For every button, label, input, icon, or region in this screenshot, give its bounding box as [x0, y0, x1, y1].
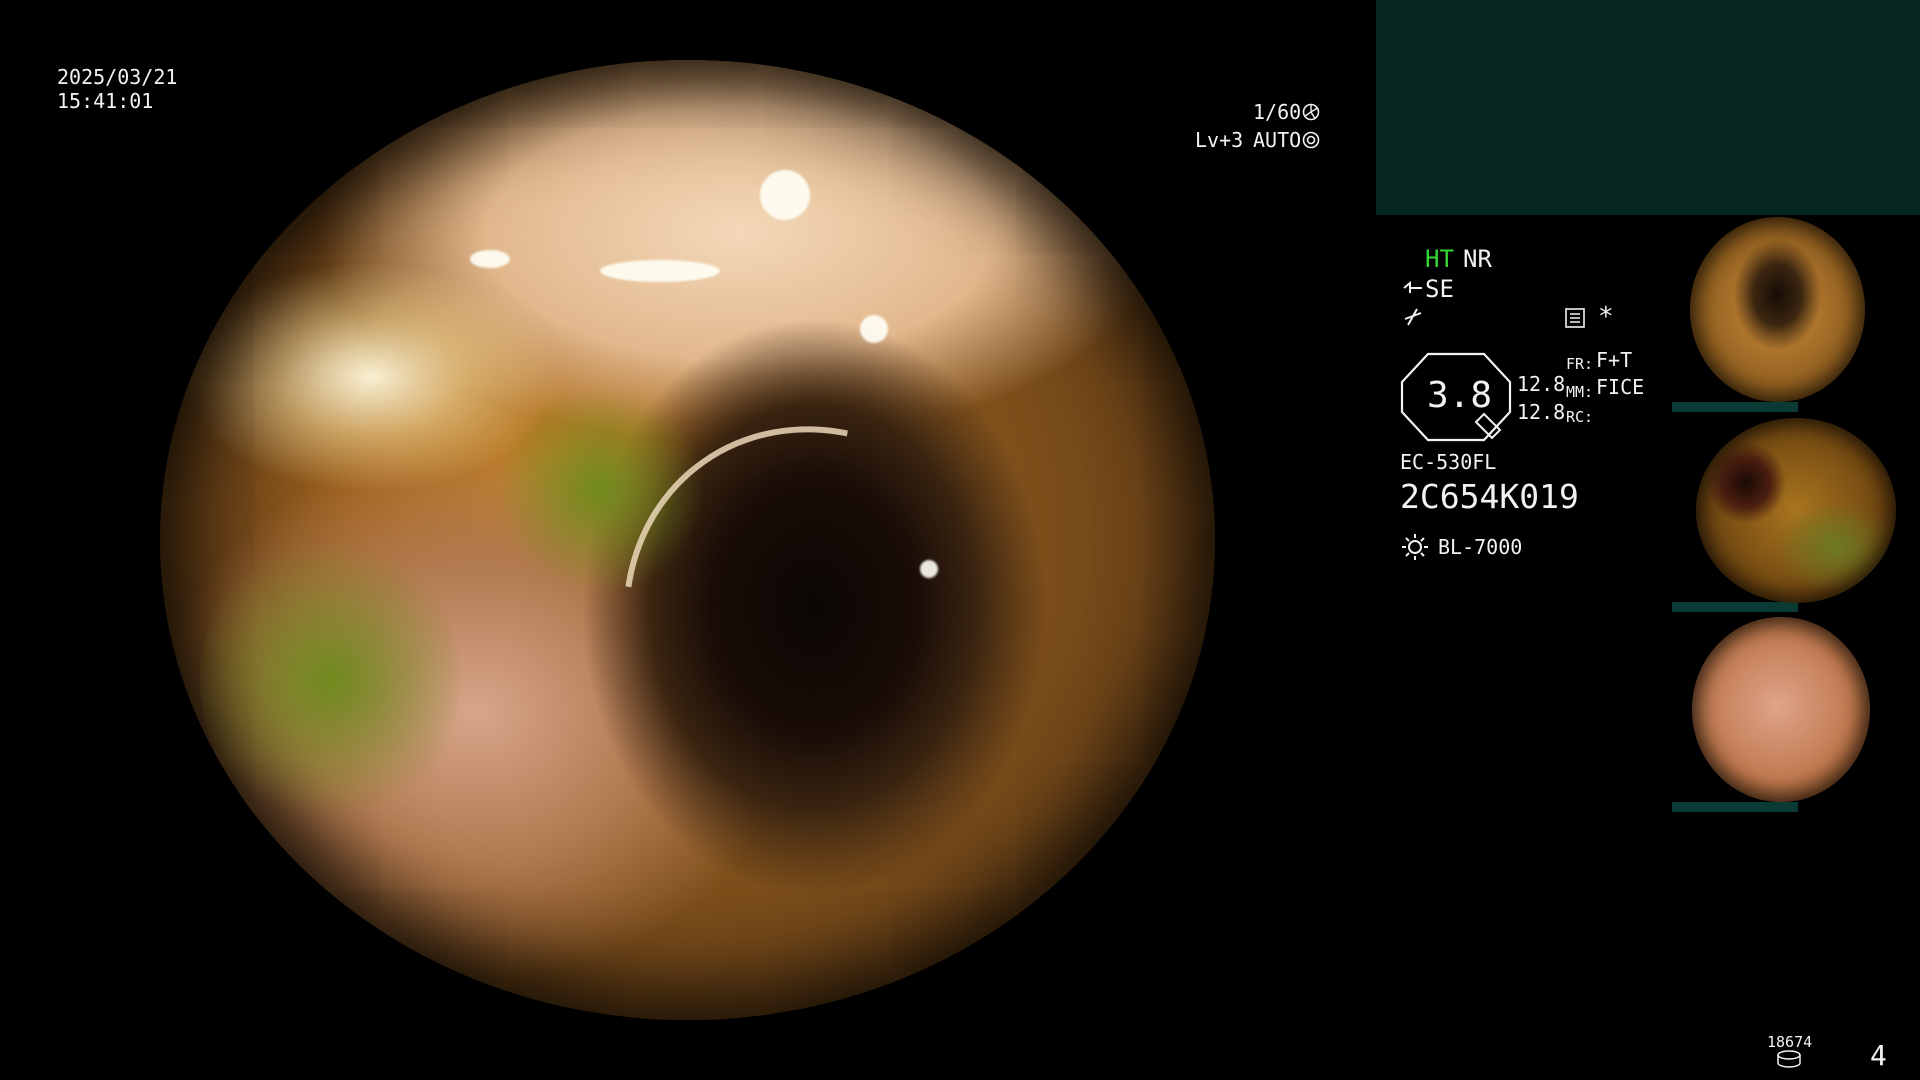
star-indicator: *	[1598, 302, 1614, 332]
value-1: 12.8	[1517, 372, 1566, 396]
fr-label: FR:	[1566, 355, 1594, 373]
zoom-value: 3.8	[1427, 375, 1493, 416]
thumbnail-3[interactable]	[1692, 617, 1870, 802]
storage-icon	[1776, 1050, 1802, 1072]
light-reflection	[760, 170, 810, 220]
info-panel-header	[1376, 0, 1920, 215]
light-reflection	[600, 260, 720, 282]
rc-label: RC:	[1566, 408, 1594, 426]
thumbnail-bar	[1672, 602, 1798, 612]
fr-value: F+T	[1596, 348, 1633, 372]
thumbnail-2[interactable]	[1696, 418, 1896, 603]
thumbnail-bar	[1672, 802, 1798, 812]
image-counter: 18674	[1767, 1033, 1813, 1051]
mm-label: MM:	[1566, 383, 1594, 401]
light-reflection	[860, 315, 888, 343]
light-reflection	[920, 560, 938, 578]
page-number: 4	[1870, 1039, 1887, 1072]
nr-indicator: NR	[1463, 245, 1492, 273]
serial-number: 2C654K019	[1400, 477, 1579, 516]
light-reflection	[470, 250, 510, 268]
shutter-icon	[1302, 103, 1320, 125]
iris-icon	[1302, 131, 1320, 153]
scope-model: EC-530FL	[1400, 450, 1497, 474]
structure-enhance-icon	[1402, 280, 1424, 302]
shutter-speed-label: 1/60	[1253, 100, 1302, 124]
light-source-icon	[1400, 532, 1430, 566]
thumbnail-bar	[1672, 402, 1798, 412]
mm-value: FICE	[1596, 375, 1645, 399]
se-indicator: SE	[1425, 275, 1454, 303]
value-2: 12.8	[1517, 400, 1566, 424]
menu-icon	[1564, 307, 1586, 333]
level-label: Lv+3	[1195, 128, 1244, 152]
thumbnail-1[interactable]	[1690, 217, 1865, 402]
light-source-label: BL-7000	[1438, 535, 1523, 559]
color-mode-icon	[1402, 307, 1424, 333]
endoscope-main-view	[160, 60, 1215, 1020]
auto-label: AUTO	[1253, 128, 1302, 152]
ht-indicator: HT	[1425, 245, 1454, 273]
date-label: 2025/03/21	[57, 65, 178, 89]
time-label: 15:41:01	[57, 89, 154, 113]
mucosa-green-area	[200, 530, 460, 830]
